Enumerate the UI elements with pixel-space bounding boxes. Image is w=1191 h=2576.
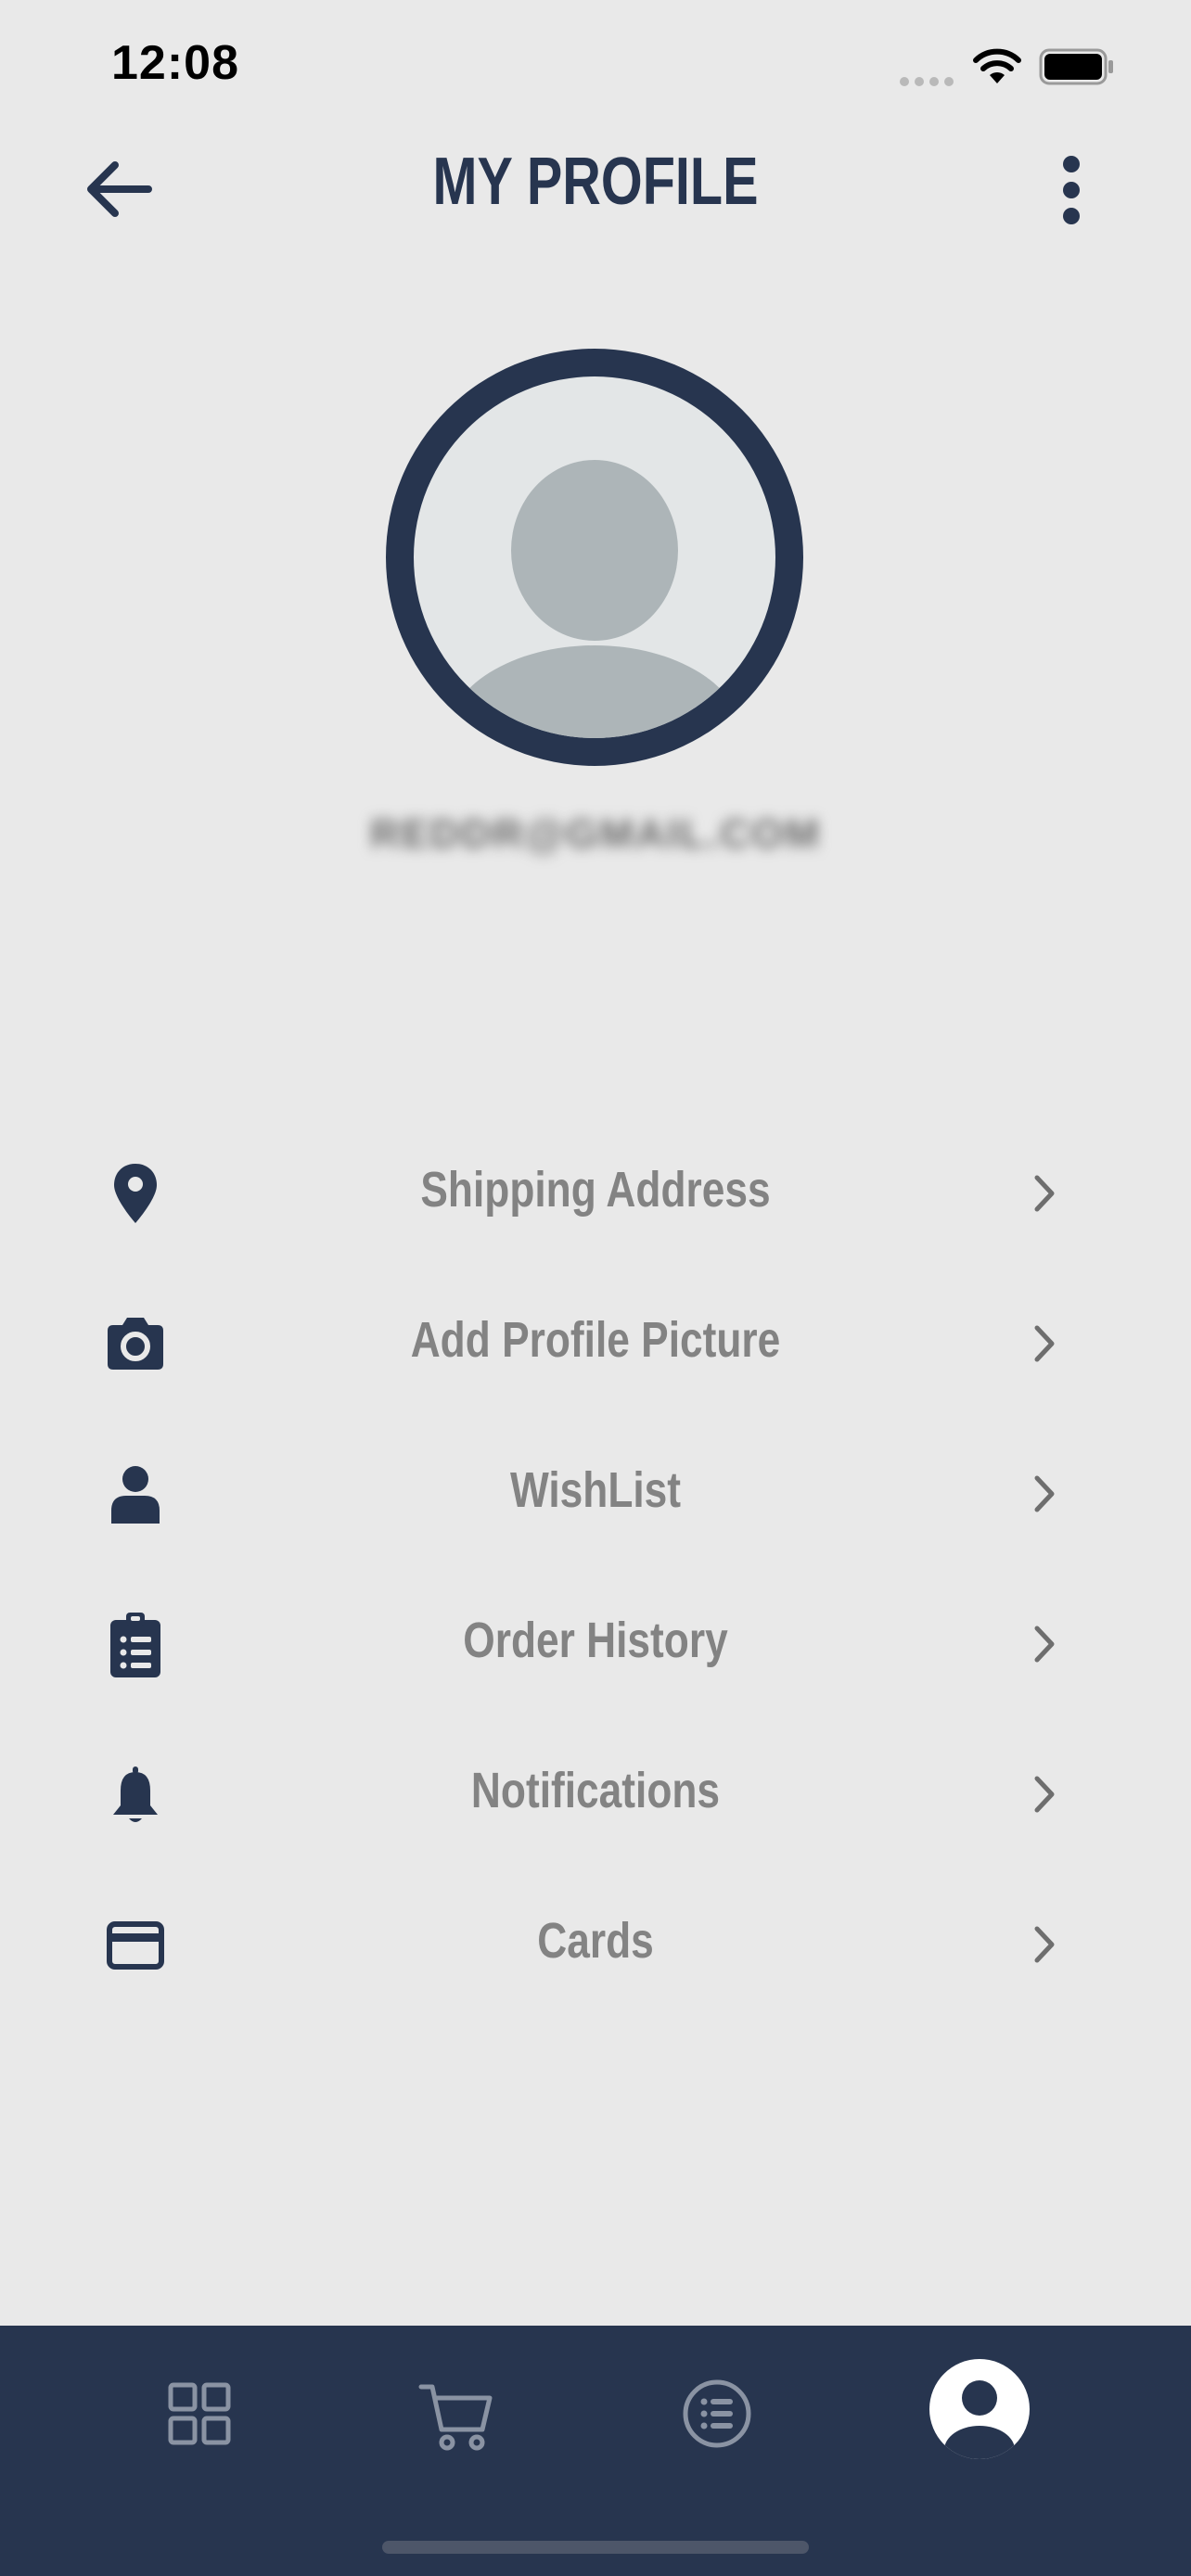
menu-item-label: Add Profile Picture bbox=[410, 1312, 781, 1368]
chevron-right-icon bbox=[1034, 1175, 1055, 1212]
avatar-placeholder bbox=[414, 376, 775, 738]
menu-item-wishlist[interactable]: WishList bbox=[0, 1419, 1191, 1569]
chevron-right-icon bbox=[1034, 1475, 1055, 1512]
profile-icon bbox=[929, 2359, 1030, 2459]
grid-icon bbox=[168, 2382, 231, 2445]
bottom-navigation-bar bbox=[0, 2326, 1191, 2576]
menu-item-add-profile-picture[interactable]: Add Profile Picture bbox=[0, 1269, 1191, 1419]
profile-email: REDDR@GMAIL.COM bbox=[370, 811, 821, 857]
wifi-icon bbox=[972, 46, 1022, 90]
cart-icon bbox=[418, 2384, 493, 2451]
page-title: MY PROFILE bbox=[432, 145, 759, 219]
menu-item-label: Cards bbox=[537, 1913, 654, 1969]
menu-item-cards[interactable]: Cards bbox=[0, 1869, 1191, 2020]
status-time: 12:08 bbox=[111, 36, 239, 90]
list-icon bbox=[683, 2379, 751, 2448]
menu-item-notifications[interactable]: Notifications bbox=[0, 1719, 1191, 1869]
avatar-body-shape bbox=[446, 645, 743, 738]
more-vertical-icon bbox=[1063, 156, 1080, 224]
chevron-right-icon bbox=[1034, 1926, 1055, 1963]
chevron-right-icon bbox=[1034, 1776, 1055, 1813]
more-options-button[interactable] bbox=[1048, 153, 1095, 227]
menu-item-label: Order History bbox=[463, 1613, 728, 1668]
menu-item-label: Notifications bbox=[470, 1763, 721, 1818]
home-indicator bbox=[382, 2541, 809, 2554]
nav-profile-button[interactable] bbox=[928, 2357, 1031, 2461]
chevron-right-icon bbox=[1034, 1626, 1055, 1663]
menu-item-order-history[interactable]: Order History bbox=[0, 1569, 1191, 1719]
avatar-head-shape bbox=[511, 460, 678, 641]
nav-cart-button[interactable] bbox=[404, 2363, 506, 2465]
menu-item-shipping-address[interactable]: Shipping Address bbox=[0, 1118, 1191, 1269]
nav-home-button[interactable] bbox=[148, 2363, 250, 2465]
chevron-right-icon bbox=[1034, 1325, 1055, 1362]
battery-icon bbox=[1039, 48, 1115, 90]
profile-avatar[interactable] bbox=[386, 349, 803, 766]
nav-orders-button[interactable] bbox=[666, 2363, 768, 2465]
menu-item-label: WishList bbox=[509, 1462, 682, 1518]
cellular-signal-icon bbox=[900, 74, 959, 91]
menu-item-label: Shipping Address bbox=[420, 1162, 771, 1218]
